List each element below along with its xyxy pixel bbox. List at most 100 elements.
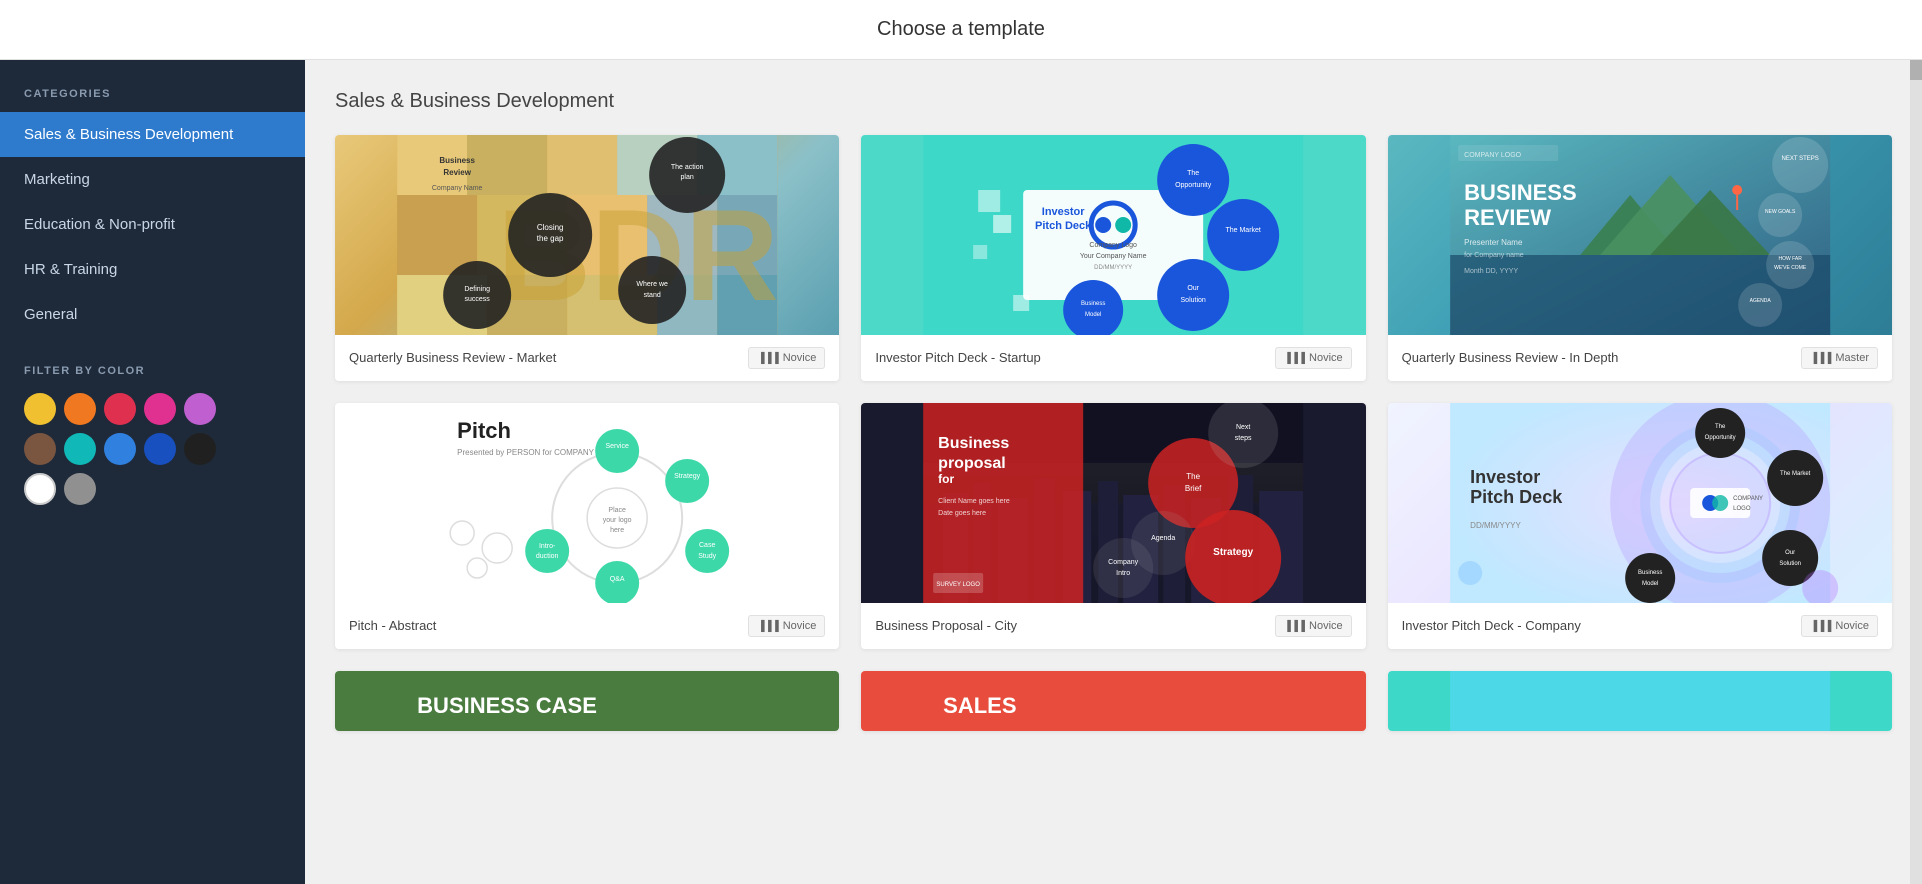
svg-text:stand: stand (644, 292, 661, 299)
template-card-qbr-market[interactable]: BDR The action plan Closing the gap Defi… (335, 135, 839, 381)
svg-text:Investor: Investor (1042, 206, 1086, 218)
svg-text:Client Name goes here: Client Name goes here (938, 498, 1010, 505)
color-blue[interactable] (104, 433, 136, 465)
svg-text:Company Name: Company Name (432, 185, 483, 192)
svg-text:DD/MM/YYYY: DD/MM/YYYY (1470, 521, 1521, 530)
svg-text:The: The (1187, 472, 1201, 481)
badge-master: ▐▐▐ Master (1801, 347, 1878, 369)
svg-text:Case: Case (699, 542, 715, 549)
svg-text:REVIEW: REVIEW (1464, 205, 1551, 230)
sidebar-item-general[interactable]: General (0, 292, 305, 337)
color-filter-grid (0, 393, 305, 505)
sidebar-item-hr[interactable]: HR & Training (0, 247, 305, 292)
app-header: Choose a template (0, 0, 1922, 60)
badge-novice: ▐▐▐ Novice (1275, 347, 1352, 369)
svg-text:Opportunity: Opportunity (1175, 182, 1212, 189)
color-white[interactable] (24, 473, 56, 505)
svg-text:Business: Business (439, 156, 475, 165)
svg-text:Closing: Closing (537, 223, 564, 232)
template-footer-qbr-market: Quarterly Business Review - Market ▐▐▐ N… (335, 335, 839, 381)
template-card-business-proposal[interactable]: Business proposal for Client Name goes h… (861, 403, 1365, 649)
svg-text:The Market: The Market (1226, 227, 1261, 234)
svg-text:Next: Next (1236, 424, 1250, 431)
svg-text:Pitch: Pitch (457, 418, 511, 443)
svg-text:LOGO: LOGO (1733, 506, 1751, 512)
badge-novice: ▐▐▐ Novice (1801, 615, 1878, 637)
svg-text:Agenda: Agenda (1151, 535, 1175, 542)
svg-text:Solution: Solution (1779, 561, 1801, 567)
color-yellow[interactable] (24, 393, 56, 425)
sidebar: CATEGORIES Sales & Business Development … (0, 60, 305, 884)
svg-text:BUSINESS CASE: BUSINESS CASE (417, 693, 597, 718)
sidebar-item-marketing[interactable]: Marketing (0, 157, 305, 202)
template-name: Investor Pitch Deck - Startup (875, 349, 1040, 367)
svg-text:Review: Review (443, 168, 471, 177)
template-footer-investor-company: Investor Pitch Deck - Company ▐▐▐ Novice (1388, 603, 1892, 649)
bar-chart-icon: ▐▐▐ (1284, 353, 1305, 364)
svg-text:duction: duction (536, 553, 559, 560)
template-footer-proposal: Business Proposal - City ▐▐▐ Novice (861, 603, 1365, 649)
svg-text:The: The (1187, 170, 1199, 177)
svg-text:Business: Business (938, 435, 1009, 452)
color-orange[interactable] (64, 393, 96, 425)
svg-text:Business: Business (1081, 301, 1105, 307)
color-dark-blue[interactable] (144, 433, 176, 465)
section-title: Sales & Business Development (335, 90, 1892, 113)
svg-text:Presented by PERSON for COMPAN: Presented by PERSON for COMPANY (457, 448, 594, 457)
template-footer-pitch: Pitch - Abstract ▐▐▐ Novice (335, 603, 839, 649)
sidebar-item-education[interactable]: Education & Non-profit (0, 202, 305, 247)
svg-text:Date goes here: Date goes here (938, 510, 986, 517)
svg-text:Study: Study (698, 553, 716, 560)
color-black[interactable] (184, 433, 216, 465)
badge-novice: ▐▐▐ Novice (1275, 615, 1352, 637)
color-purple[interactable] (184, 393, 216, 425)
svg-text:HOW FAR: HOW FAR (1778, 256, 1802, 262)
template-thumb-sales: SALES (861, 671, 1365, 731)
color-pink[interactable] (144, 393, 176, 425)
content-area: Sales & Business Development (305, 60, 1922, 884)
template-thumb-qbr-market: BDR The action plan Closing the gap Defi… (335, 135, 839, 335)
color-red[interactable] (104, 393, 136, 425)
svg-text:BUSINESS: BUSINESS (1464, 180, 1576, 205)
template-card-investor-company[interactable]: The Opportunity The Market Our Solution … (1388, 403, 1892, 649)
template-card-investor-pitch[interactable]: Company Logo Your Company Name DD/MM/YYY… (861, 135, 1365, 381)
sidebar-item-sales[interactable]: Sales & Business Development (0, 112, 305, 157)
template-card-business-case[interactable]: BUSINESS CASE (335, 671, 839, 731)
template-card-extra[interactable] (1388, 671, 1892, 731)
template-name: Quarterly Business Review - In Depth (1402, 349, 1619, 367)
template-card-sales[interactable]: SALES (861, 671, 1365, 731)
template-grid: BDR The action plan Closing the gap Defi… (335, 135, 1892, 649)
svg-text:Your Company Name: Your Company Name (1080, 253, 1147, 260)
template-thumb-extra (1388, 671, 1892, 731)
template-thumb-investor: Company Logo Your Company Name DD/MM/YYY… (861, 135, 1365, 335)
color-brown[interactable] (24, 433, 56, 465)
svg-text:AGENDA: AGENDA (1749, 298, 1771, 304)
page-title: Choose a template (877, 18, 1045, 41)
svg-text:DD/MM/YYYY: DD/MM/YYYY (1094, 265, 1132, 271)
template-thumb-business-case: BUSINESS CASE (335, 671, 839, 731)
svg-text:SALES: SALES (943, 693, 1016, 718)
svg-text:Brief: Brief (1185, 484, 1202, 493)
svg-text:for Company name: for Company name (1464, 252, 1524, 259)
svg-text:Place: Place (608, 507, 626, 514)
badge-novice: ▐▐▐ Novice (748, 347, 825, 369)
filter-label: FILTER BY COLOR (0, 337, 305, 393)
color-gray[interactable] (64, 473, 96, 505)
svg-text:Our: Our (1785, 550, 1795, 556)
template-card-pitch-abstract[interactable]: Pitch Presented by PERSON for COMPANY Pl… (335, 403, 839, 649)
bar-chart-icon: ▐▐▐ (757, 353, 778, 364)
svg-text:Presenter Name: Presenter Name (1464, 238, 1523, 247)
svg-text:steps: steps (1235, 435, 1252, 442)
main-layout: CATEGORIES Sales & Business Development … (0, 60, 1922, 884)
template-name: Pitch - Abstract (349, 617, 436, 635)
badge-novice: ▐▐▐ Novice (748, 615, 825, 637)
template-card-qbr-indepth[interactable]: NEXT STEPS NEW GOALS HOW FAR WE'VE COME … (1388, 135, 1892, 381)
template-footer-investor: Investor Pitch Deck - Startup ▐▐▐ Novice (861, 335, 1365, 381)
categories-label: CATEGORIES (0, 60, 305, 112)
color-teal[interactable] (64, 433, 96, 465)
svg-text:Strategy: Strategy (1213, 547, 1253, 558)
svg-text:proposal: proposal (938, 455, 1006, 472)
bar-chart-icon: ▐▐▐ (1810, 353, 1831, 364)
template-thumb-proposal: Business proposal for Client Name goes h… (861, 403, 1365, 603)
svg-text:Model: Model (1642, 581, 1658, 587)
